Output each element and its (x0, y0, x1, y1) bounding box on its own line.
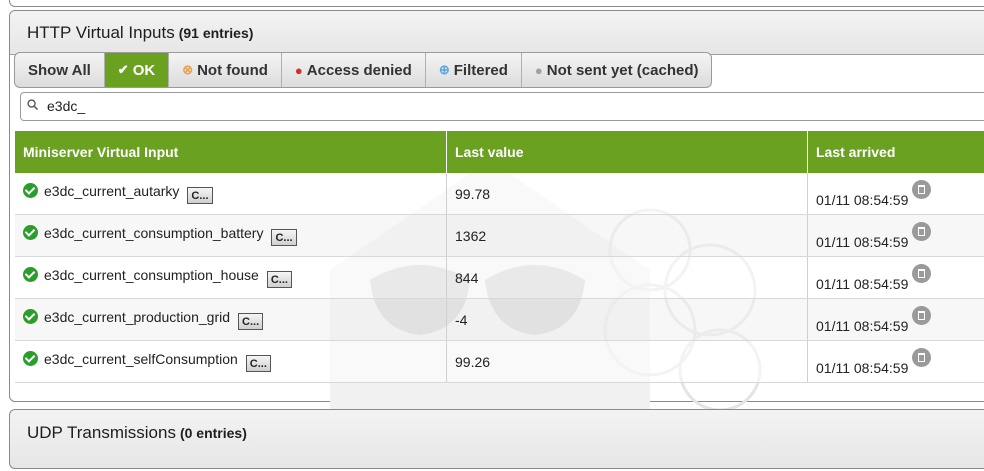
trash-icon[interactable] (912, 179, 932, 199)
filter-label: Not sent yet (cached) (546, 61, 699, 79)
filter-label: OK (132, 61, 156, 79)
status-filter-bar: Show All ✔ OK ⊗ Not found ● Access denie… (14, 52, 713, 88)
arrived-cell: 01/11 08:54:59 (807, 340, 984, 383)
filter-label: Access denied (306, 61, 412, 79)
arrived-cell: 01/11 08:54:59 (807, 173, 984, 215)
value-cell: 1362 (446, 214, 808, 257)
table-row: e3dc_current_autarky C... 99.78 01/11 08:… (15, 173, 984, 215)
entry-count: (0 entries) (179, 425, 247, 441)
ok-status-icon (23, 309, 38, 324)
arrived-cell: 01/11 08:54:59 (807, 298, 984, 341)
name-cell: e3dc_current_autarky C... (15, 173, 447, 215)
trash-icon[interactable] (912, 347, 932, 367)
name-cell: e3dc_current_production_grid C... (15, 298, 447, 341)
copy-button[interactable]: C... (187, 187, 213, 204)
panel-title: HTTP Virtual Inputs (27, 22, 175, 42)
filter-label: Not found (197, 61, 268, 79)
filter-not-sent-yet[interactable]: ● Not sent yet (cached) (522, 53, 712, 87)
virtual-inputs-table: Miniserver Virtual Input Last value Last… (15, 131, 984, 383)
not-found-icon: ⊗ (182, 62, 194, 77)
input-name: e3dc_current_consumption_battery (44, 225, 264, 241)
name-cell: e3dc_current_consumption_house C... (15, 256, 447, 299)
table-row: e3dc_current_consumption_house C... 844 0… (15, 256, 984, 299)
table-row: e3dc_current_selfConsumption C... 99.26 0… (15, 340, 984, 383)
arrived-cell: 01/11 08:54:59 (807, 256, 984, 299)
filter-ok[interactable]: ✔ OK (104, 53, 170, 87)
panel-title: UDP Transmissions (27, 423, 176, 442)
lock-icon: ● (294, 62, 303, 78)
copy-button[interactable]: C... (271, 229, 297, 246)
udp-transmissions-panel[interactable]: UDP Transmissions (0 entries) (9, 409, 984, 469)
trash-icon[interactable] (912, 221, 932, 241)
trash-icon[interactable] (912, 263, 932, 283)
copy-button[interactable]: C... (238, 313, 264, 330)
value-cell: -4 (446, 298, 808, 341)
copy-button[interactable]: C... (266, 271, 292, 288)
column-header-last-value[interactable]: Last value (446, 131, 808, 173)
column-header-name[interactable]: Miniserver Virtual Input (15, 131, 447, 173)
ok-status-icon (23, 267, 38, 282)
trash-icon[interactable] (912, 305, 932, 325)
table-row: e3dc_current_production_grid C... -4 01/1… (15, 298, 984, 341)
column-header-last-arrived[interactable]: Last arrived (807, 131, 984, 173)
value-cell: 99.78 (446, 173, 808, 215)
arrived-cell: 01/11 08:54:59 (807, 214, 984, 257)
input-name: e3dc_current_selfConsumption (44, 351, 238, 367)
filter-label: Show All (28, 61, 91, 79)
ok-status-icon (23, 351, 38, 366)
filter-show-all[interactable]: Show All (15, 53, 105, 87)
search-input[interactable] (45, 97, 949, 115)
entry-count: (91 entries) (178, 24, 254, 41)
input-name: e3dc_current_autarky (44, 183, 180, 199)
arrived-time: 01/11 08:54:59 (816, 191, 909, 208)
filter-not-found[interactable]: ⊗ Not found (169, 53, 282, 87)
filter-access-denied[interactable]: ● Access denied (282, 53, 426, 87)
name-cell: e3dc_current_selfConsumption C... (15, 340, 447, 383)
check-icon: ✔ (117, 62, 129, 77)
filter-filtered[interactable]: ⊕ Filtered (426, 53, 522, 87)
panel-header[interactable]: HTTP Virtual Inputs (91 entries) (10, 11, 984, 55)
filter-icon: ⊕ (438, 62, 450, 77)
value-cell: 844 (446, 256, 808, 299)
table-row: e3dc_current_consumption_battery C... 136… (15, 214, 984, 257)
arrived-time: 01/11 08:54:59 (816, 275, 909, 292)
input-name: e3dc_current_production_grid (44, 309, 231, 325)
copy-button[interactable]: C... (245, 355, 271, 372)
search-icon (27, 99, 38, 110)
previous-panel-edge (0, 0, 984, 8)
input-name: e3dc_current_consumption_house (44, 267, 259, 283)
value-cell: 99.26 (446, 340, 808, 383)
ok-status-icon (23, 225, 38, 240)
panel-header[interactable]: UDP Transmissions (0 entries) (10, 410, 984, 456)
filter-label: Filtered (453, 61, 508, 79)
arrived-time: 01/11 08:54:59 (816, 359, 909, 376)
search-box (20, 92, 984, 121)
arrived-time: 01/11 08:54:59 (816, 317, 909, 334)
arrived-time: 01/11 08:54:59 (816, 233, 909, 250)
ok-status-icon (23, 183, 38, 198)
name-cell: e3dc_current_consumption_battery C... (15, 214, 447, 257)
question-icon: ● (534, 62, 543, 78)
